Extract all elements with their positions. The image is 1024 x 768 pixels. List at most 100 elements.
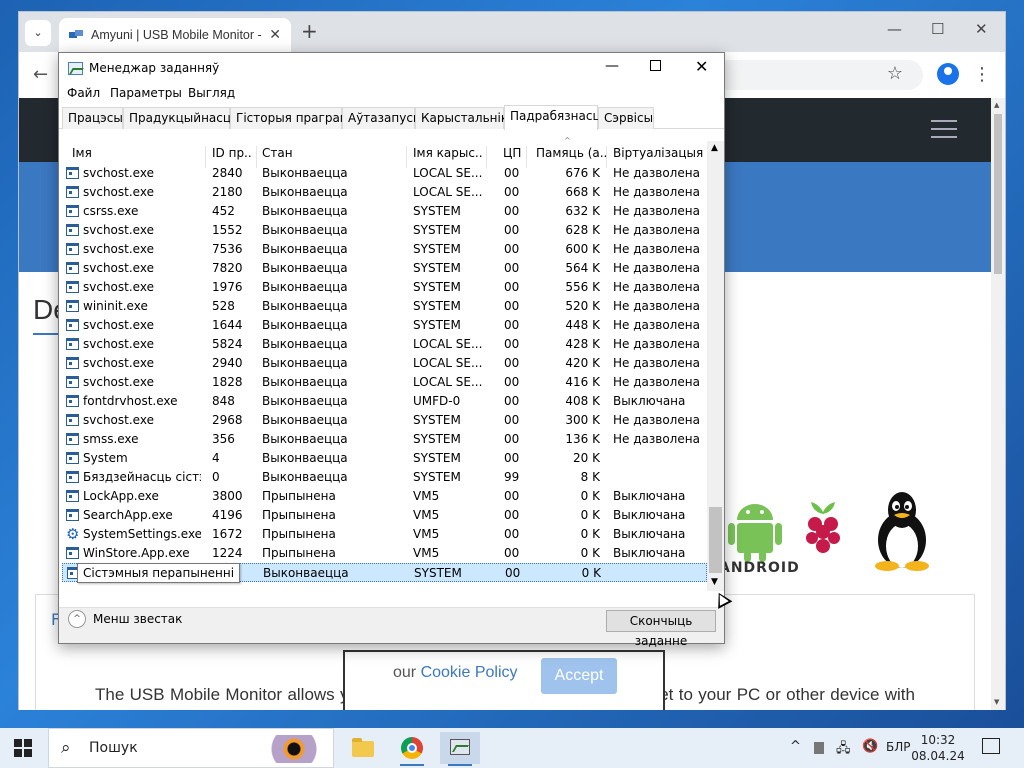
tab-performance[interactable]: Прадукцыйнасць xyxy=(123,107,238,129)
process-name: LockApp.exe xyxy=(83,489,159,503)
task-manager-titlebar[interactable]: Менеджар заданняў — ✕ xyxy=(59,53,724,83)
task-manager-footer: ^ Менш звестак Скончыць заданне xyxy=(59,607,724,648)
table-row[interactable]: svchost.exe 1644 Выконваецца SYSTEM 00 448 K Н… xyxy=(62,316,707,335)
menu-file[interactable]: Файл xyxy=(67,86,100,100)
battery-icon[interactable] xyxy=(814,742,824,754)
table-row[interactable]: svchost.exe 2940 Выконваецца LOCAL SE... 00 4… xyxy=(62,354,707,373)
table-row[interactable]: WinStore.App.exe 1224 Прыпынена VM5 00 0 K Вык… xyxy=(62,544,707,563)
process-name: svchost.exe xyxy=(83,413,154,427)
close-tab-icon[interactable]: ✕ xyxy=(269,27,281,43)
col-virtualization[interactable]: Віртуалізацыя... xyxy=(613,146,703,160)
new-tab-button[interactable]: + xyxy=(301,21,318,41)
start-button[interactable] xyxy=(14,739,32,757)
menu-options[interactable]: Параметры xyxy=(110,86,182,100)
taskbar-clock[interactable]: 10:32 08.04.24 xyxy=(908,732,968,764)
col-username[interactable]: Імя карыс... xyxy=(413,146,483,160)
page-scroll-down-icon[interactable]: ▼ xyxy=(994,698,999,706)
table-row[interactable]: System 4 Выконваецца SYSTEM 00 20 K xyxy=(62,449,707,468)
end-task-button[interactable]: Скончыць заданне xyxy=(606,610,716,648)
page-scroll-up-icon[interactable]: ▲ xyxy=(994,101,999,109)
table-row[interactable]: wininit.exe 528 Выконваецца SYSTEM 00 520 K Не… xyxy=(62,297,707,316)
tab-app-history[interactable]: Гісторыя праграм xyxy=(230,107,349,129)
col-name[interactable]: Імя xyxy=(72,146,202,160)
windows-logo-pane xyxy=(14,739,22,747)
col-cpu[interactable]: ЦП xyxy=(503,146,527,160)
process-cpu: 00 xyxy=(504,337,520,351)
profile-avatar[interactable] xyxy=(937,63,959,85)
process-virtualization: Не дазволена xyxy=(613,299,700,313)
process-status: Выконваецца xyxy=(262,451,348,465)
language-indicator[interactable]: БЛР xyxy=(886,740,911,754)
process-user: SYSTEM xyxy=(413,299,461,313)
scroll-down-icon[interactable]: ▼ xyxy=(711,577,718,587)
show-hidden-icons-chevron[interactable]: ^ xyxy=(790,739,801,754)
table-row[interactable]: smss.exe 356 Выконваецца SYSTEM 00 136 K Не да… xyxy=(62,430,707,449)
process-name: svchost.exe xyxy=(83,337,154,351)
process-virtualization: Не дазволена xyxy=(613,185,700,199)
table-row[interactable]: svchost.exe 5824 Выконваецца LOCAL SE... 00 4… xyxy=(62,335,707,354)
network-icon[interactable]: 🖧 xyxy=(836,739,851,761)
col-status[interactable]: Стан xyxy=(262,146,402,160)
browser-minimize-button[interactable]: — xyxy=(887,20,902,38)
browser-tab-strip: ⌄ Amyuni | USB Mobile Monitor - ✕ + — ☐ … xyxy=(19,12,1005,52)
cookie-prefix: our xyxy=(393,664,421,681)
table-row[interactable]: svchost.exe 7536 Выконваецца SYSTEM 00 600 K Н… xyxy=(62,240,707,259)
taskbar-search[interactable]: ⌕ Пошук xyxy=(48,728,334,768)
file-explorer-taskbar-button[interactable] xyxy=(342,732,382,764)
table-row[interactable]: svchost.exe 2840 Выконваецца LOCAL SE... 00 6… xyxy=(62,164,707,183)
table-row[interactable]: svchost.exe 1976 Выконваецца SYSTEM 00 556 K Н… xyxy=(62,278,707,297)
back-button[interactable]: ← xyxy=(33,64,48,85)
table-row[interactable]: svchost.exe 7820 Выконваецца SYSTEM 00 564 K Н… xyxy=(62,259,707,278)
notification-center-icon[interactable] xyxy=(982,738,1000,754)
volume-muted-icon[interactable]: 🔇 xyxy=(862,739,878,754)
app-icon xyxy=(66,357,79,369)
menu-view[interactable]: Выгляд xyxy=(188,86,235,100)
col-pid[interactable]: ID пр... xyxy=(212,146,252,160)
browser-maximize-button[interactable]: ☐ xyxy=(931,20,944,38)
scroll-thumb[interactable] xyxy=(709,507,722,573)
process-virtualization: Не дазволена xyxy=(613,261,700,275)
table-row[interactable]: SystemSettings.exe 1672 Прыпынена VM5 00 0 K В… xyxy=(62,525,707,544)
table-row[interactable]: Бяздзейнасць сістэ... 0 Выконваецца SYSTEM 9… xyxy=(62,468,707,487)
maximize-button[interactable] xyxy=(650,60,661,71)
table-scrollbar[interactable]: ▲ ▼ xyxy=(707,141,724,591)
bookmark-star-icon[interactable]: ☆ xyxy=(887,63,903,84)
process-virtualization: Выключана xyxy=(613,508,686,522)
chevron-up-icon[interactable]: ^ xyxy=(68,610,86,628)
browser-close-button[interactable]: ✕ xyxy=(975,20,988,38)
page-scroll-thumb[interactable] xyxy=(994,114,1002,274)
table-row[interactable]: svchost.exe 1828 Выконваецца LOCAL SE... 00 4… xyxy=(62,373,707,392)
close-button[interactable]: ✕ xyxy=(695,57,708,76)
tab-startup[interactable]: Аўтазапуск xyxy=(342,107,420,129)
cookie-accept-button[interactable]: Accept xyxy=(541,658,617,694)
process-status: Выконваецца xyxy=(262,261,348,275)
hamburger-menu-icon[interactable] xyxy=(931,120,957,138)
scroll-up-icon[interactable]: ▲ xyxy=(711,143,718,153)
table-row[interactable]: LockApp.exe 3800 Прыпынена VM5 00 0 K Выключан… xyxy=(62,487,707,506)
chrome-taskbar-button[interactable] xyxy=(392,732,432,766)
fewer-details-link[interactable]: Менш звестак xyxy=(93,612,182,626)
table-row[interactable]: svchost.exe 2180 Выконваецца LOCAL SE... 00 6… xyxy=(62,183,707,202)
cookie-policy-link[interactable]: Cookie Policy xyxy=(421,664,518,681)
browser-menu-button[interactable]: ⋮ xyxy=(973,64,991,85)
tab-services[interactable]: Сэрвісы xyxy=(598,107,654,129)
tab-search-button[interactable]: ⌄ xyxy=(25,20,51,46)
tab-processes[interactable]: Працэсы xyxy=(62,107,123,129)
process-cpu: 00 xyxy=(504,204,520,218)
table-row[interactable]: SearchApp.exe 4196 Прыпынена VM5 00 0 K Выключ… xyxy=(62,506,707,525)
table-row[interactable]: fontdrvhost.exe 848 Выконваецца UMFD-0 00 408… xyxy=(62,392,707,411)
minimize-button[interactable]: — xyxy=(605,58,619,74)
process-virtualization: Не дазволена xyxy=(613,413,700,427)
browser-tab[interactable]: Amyuni | USB Mobile Monitor - ✕ xyxy=(59,18,291,52)
table-row[interactable]: csrss.exe 452 Выконваецца SYSTEM 00 632 K Не д… xyxy=(62,202,707,221)
tab-details[interactable]: Падрабязнасці xyxy=(504,105,604,130)
col-memory[interactable]: Памяць (а... xyxy=(536,146,606,160)
process-cpu: 00 xyxy=(504,508,520,522)
raspberry-pi-logo xyxy=(806,502,840,553)
tab-users[interactable]: Карыстальнікі xyxy=(415,107,511,129)
process-pid: 2840 xyxy=(212,166,243,180)
table-row[interactable]: svchost.exe 2968 Выконваецца SYSTEM 00 300 K Н… xyxy=(62,411,707,430)
task-manager-taskbar-button[interactable] xyxy=(440,732,480,766)
table-row[interactable]: svchost.exe 1552 Выконваецца SYSTEM 00 628 K Н… xyxy=(62,221,707,240)
page-scrollbar[interactable]: ▲ ▼ xyxy=(991,98,1005,710)
